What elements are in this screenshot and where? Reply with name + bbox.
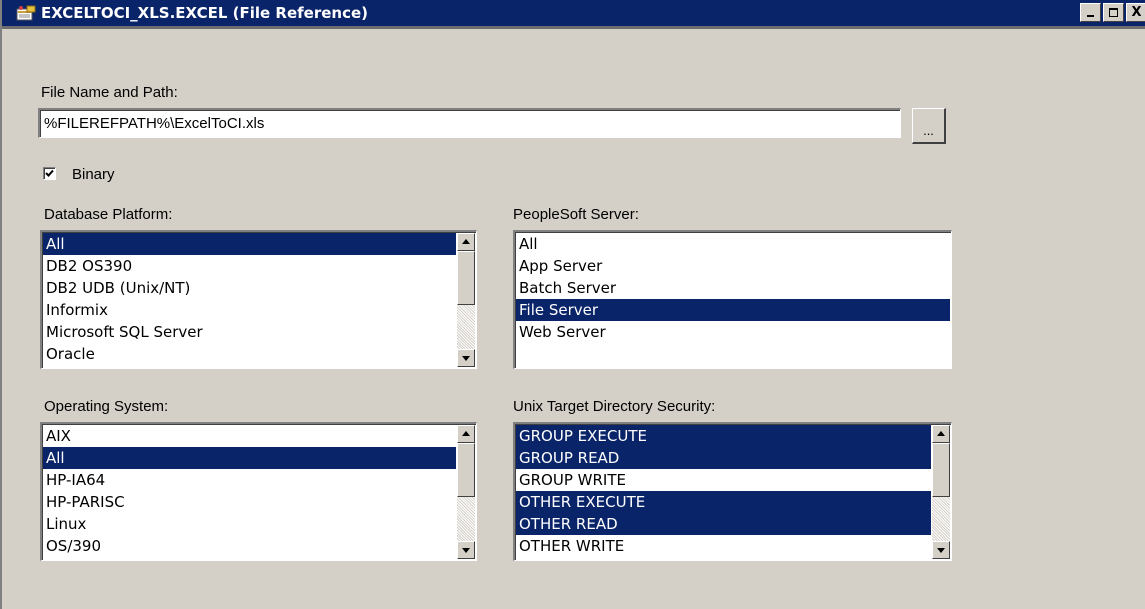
checkmark-icon: [45, 169, 54, 177]
binary-checkbox[interactable]: [43, 167, 56, 180]
browse-button[interactable]: ...: [912, 108, 946, 144]
peoplesoft-server-label: PeopleSoft Server:: [513, 206, 639, 223]
list-item[interactable]: OTHER READ: [516, 513, 931, 535]
database-platform-label: Database Platform:: [44, 206, 173, 223]
scroll-thumb[interactable]: [457, 251, 475, 305]
list-item[interactable]: OTHER WRITE: [516, 535, 931, 557]
peoplesoft-server-list[interactable]: All App Server Batch Server File Server Web …: [513, 230, 952, 369]
list-item[interactable]: Informix: [43, 299, 456, 321]
arrow-up-icon: [462, 239, 470, 244]
list-item[interactable]: All: [516, 233, 950, 255]
list-item[interactable]: DB2 UDB (Unix/NT): [43, 277, 456, 299]
list-item[interactable]: All: [43, 233, 456, 255]
list-item[interactable]: Linux: [43, 513, 456, 535]
scrollbar[interactable]: [932, 425, 950, 559]
minimize-icon: [1086, 14, 1094, 17]
list-item[interactable]: HP-PARISC: [43, 491, 456, 513]
binary-label: Binary: [72, 166, 115, 183]
arrow-down-icon: [462, 548, 470, 553]
list-item[interactable]: GROUP WRITE: [516, 469, 931, 491]
database-platform-list[interactable]: All DB2 OS390 DB2 UDB (Unix/NT) Informix Mic…: [40, 230, 477, 369]
list-item[interactable]: App Server: [516, 255, 950, 277]
minimize-button[interactable]: [1080, 3, 1101, 22]
scroll-up-button[interactable]: [932, 425, 950, 443]
maximize-button[interactable]: [1103, 3, 1124, 22]
scrollbar[interactable]: [457, 425, 475, 559]
list-item[interactable]: File Server: [516, 299, 950, 321]
scrollbar[interactable]: [457, 233, 475, 367]
file-path-input[interactable]: [38, 108, 901, 138]
list-item[interactable]: All: [43, 447, 456, 469]
file-reference-icon: [16, 5, 36, 21]
list-item[interactable]: HP-IA64: [43, 469, 456, 491]
file-name-label: File Name and Path:: [41, 84, 178, 101]
maximize-icon: [1108, 7, 1118, 17]
scroll-thumb[interactable]: [932, 443, 950, 497]
close-button[interactable]: X: [1126, 3, 1145, 22]
arrow-down-icon: [462, 356, 470, 361]
scroll-down-button[interactable]: [457, 541, 475, 559]
arrow-down-icon: [937, 548, 945, 553]
list-item[interactable]: DB2 OS390: [43, 255, 456, 277]
list-item[interactable]: AIX: [43, 425, 456, 447]
unix-security-list[interactable]: GROUP EXECUTE GROUP READ GROUP WRITE OTHER …: [513, 422, 952, 561]
scroll-thumb[interactable]: [457, 443, 475, 497]
list-item[interactable]: OS/390: [43, 535, 456, 557]
operating-system-list[interactable]: AIX All HP-IA64 HP-PARISC Linux OS/390: [40, 422, 477, 561]
scroll-down-button[interactable]: [457, 349, 475, 367]
list-item[interactable]: OTHER EXECUTE: [516, 491, 931, 513]
list-item[interactable]: Batch Server: [516, 277, 950, 299]
scroll-down-button[interactable]: [932, 541, 950, 559]
list-item[interactable]: Microsoft SQL Server: [43, 321, 456, 343]
title-bar[interactable]: EXCELTOCI_XLS.EXCEL (File Reference) X: [2, 0, 1145, 29]
file-reference-window: EXCELTOCI_XLS.EXCEL (File Reference) X F…: [0, 0, 1145, 609]
scroll-up-button[interactable]: [457, 425, 475, 443]
scroll-up-button[interactable]: [457, 233, 475, 251]
arrow-up-icon: [462, 431, 470, 436]
arrow-up-icon: [937, 431, 945, 436]
close-icon: X: [1131, 5, 1142, 20]
window-title: EXCELTOCI_XLS.EXCEL (File Reference): [41, 4, 368, 22]
list-item[interactable]: Oracle: [43, 343, 456, 365]
list-item[interactable]: Web Server: [516, 321, 950, 343]
list-item[interactable]: GROUP EXECUTE: [516, 425, 931, 447]
list-item[interactable]: GROUP READ: [516, 447, 931, 469]
unix-security-label: Unix Target Directory Security:: [513, 398, 716, 415]
operating-system-label: Operating System:: [44, 398, 169, 415]
